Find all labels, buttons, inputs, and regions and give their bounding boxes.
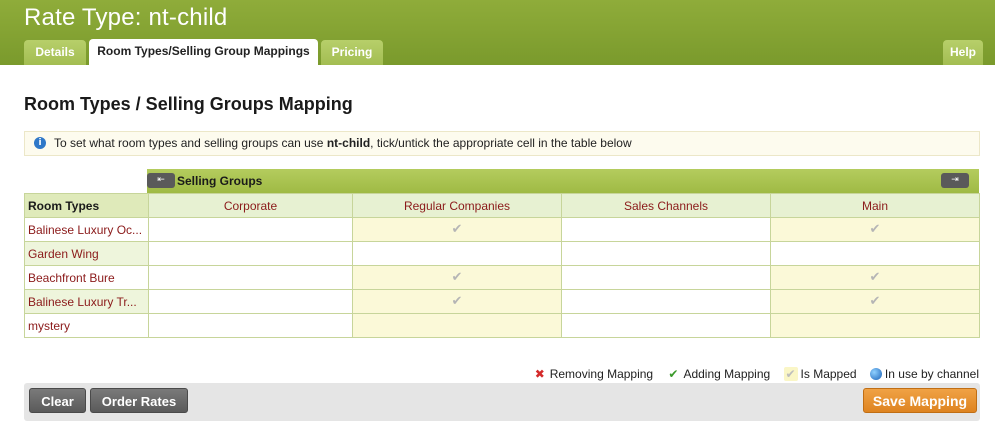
- column-header-corporate: Corporate: [148, 193, 353, 218]
- mapped-check-icon: ✔: [451, 221, 463, 237]
- info-text-suffix: , tick/untick the appropriate cell in th…: [370, 136, 632, 150]
- legend-mapped-label: Is Mapped: [800, 367, 857, 381]
- scroll-left-icon[interactable]: ⇤: [147, 173, 175, 188]
- legend-removing-label: Removing Mapping: [549, 367, 654, 381]
- mapped-check-icon: ✔: [869, 293, 881, 309]
- mapping-cell[interactable]: ✔: [352, 217, 562, 242]
- remove-icon: ✖: [534, 367, 545, 381]
- mapping-cell[interactable]: ✔: [770, 217, 980, 242]
- mapping-cell[interactable]: [561, 265, 771, 290]
- mapping-cell[interactable]: [148, 289, 353, 314]
- page-title: Rate Type: nt-child: [24, 4, 228, 31]
- table-row: Beachfront Bure ✔ ✔: [24, 265, 980, 290]
- selling-groups-label: Selling Groups: [177, 174, 263, 188]
- mapping-cell[interactable]: [148, 265, 353, 290]
- clear-button[interactable]: Clear: [29, 388, 86, 413]
- mapping-cell[interactable]: ✔: [352, 265, 562, 290]
- mapping-cell[interactable]: ✔: [770, 289, 980, 314]
- info-text: To set what room types and selling group…: [54, 132, 632, 155]
- info-text-rate: nt-child: [326, 136, 371, 150]
- legend-channel-label: In use by channel: [884, 367, 979, 381]
- order-rates-button[interactable]: Order Rates: [90, 388, 188, 413]
- room-types-header: Room Types: [24, 193, 149, 218]
- mapping-cell[interactable]: [770, 241, 980, 266]
- column-header-regular-companies: Regular Companies: [352, 193, 562, 218]
- mapping-table: Room Types Corporate Regular Companies S…: [24, 193, 980, 338]
- room-type-name: Beachfront Bure: [24, 265, 149, 290]
- column-header-main: Main: [770, 193, 980, 218]
- legend-adding-label: Adding Mapping: [683, 367, 771, 381]
- mapped-check-icon: ✔: [869, 221, 881, 237]
- legend-channel: In use by channel: [869, 367, 979, 381]
- info-box: i To set what room types and selling gro…: [24, 131, 980, 156]
- mapping-cell[interactable]: [148, 241, 353, 266]
- mapped-check-icon: ✔: [783, 367, 798, 381]
- mapping-cell[interactable]: [561, 289, 771, 314]
- room-type-name: Balinese Luxury Tr...: [24, 289, 149, 314]
- mapping-cell[interactable]: [352, 313, 562, 338]
- mapped-check-icon: ✔: [451, 293, 463, 309]
- scroll-right-icon[interactable]: ⇥: [941, 173, 969, 188]
- mapping-cell[interactable]: [148, 217, 353, 242]
- room-type-name: Garden Wing: [24, 241, 149, 266]
- mapped-check-icon: ✔: [869, 269, 881, 285]
- mapping-cell[interactable]: [561, 313, 771, 338]
- column-header-sales-channels: Sales Channels: [561, 193, 771, 218]
- table-row: Garden Wing: [24, 241, 980, 266]
- selling-groups-header: ⇤ Selling Groups ⇥: [147, 169, 979, 193]
- mapping-cell[interactable]: ✔: [352, 289, 562, 314]
- tab-pricing[interactable]: Pricing: [321, 40, 383, 65]
- mapping-cell[interactable]: [352, 241, 562, 266]
- legend-mapped: ✔ Is Mapped: [783, 367, 857, 381]
- globe-icon: [869, 368, 882, 380]
- help-tab[interactable]: Help: [943, 40, 983, 65]
- tab-details[interactable]: Details: [24, 40, 86, 65]
- mapping-cell[interactable]: [148, 313, 353, 338]
- room-type-name: Balinese Luxury Oc...: [24, 217, 149, 242]
- add-check-icon: ✔: [668, 367, 679, 381]
- table-row: mystery: [24, 313, 980, 338]
- table-row: Balinese Luxury Oc... ✔ ✔: [24, 217, 980, 242]
- table-row: Balinese Luxury Tr... ✔ ✔: [24, 289, 980, 314]
- tab-room-types-selling-group-mappings[interactable]: Room Types/Selling Group Mappings: [89, 39, 318, 65]
- section-title: Room Types / Selling Groups Mapping: [24, 94, 353, 114]
- info-icon: i: [34, 137, 46, 149]
- info-text-prefix: To set what room types and selling group…: [54, 136, 327, 150]
- mapping-cell[interactable]: ✔: [770, 265, 980, 290]
- mapping-cell[interactable]: [561, 217, 771, 242]
- save-mapping-button[interactable]: Save Mapping: [863, 388, 977, 413]
- action-bar: Clear Order Rates Save Mapping: [24, 383, 980, 421]
- mapping-cell[interactable]: [770, 313, 980, 338]
- room-type-name: mystery: [24, 313, 149, 338]
- page-header: Rate Type: nt-child Details Room Types/S…: [0, 0, 995, 65]
- legend-adding: ✔ Adding Mapping: [666, 367, 770, 381]
- legend-removing: ✖ Removing Mapping: [533, 367, 653, 381]
- mapped-check-icon: ✔: [451, 269, 463, 285]
- mapping-cell[interactable]: [561, 241, 771, 266]
